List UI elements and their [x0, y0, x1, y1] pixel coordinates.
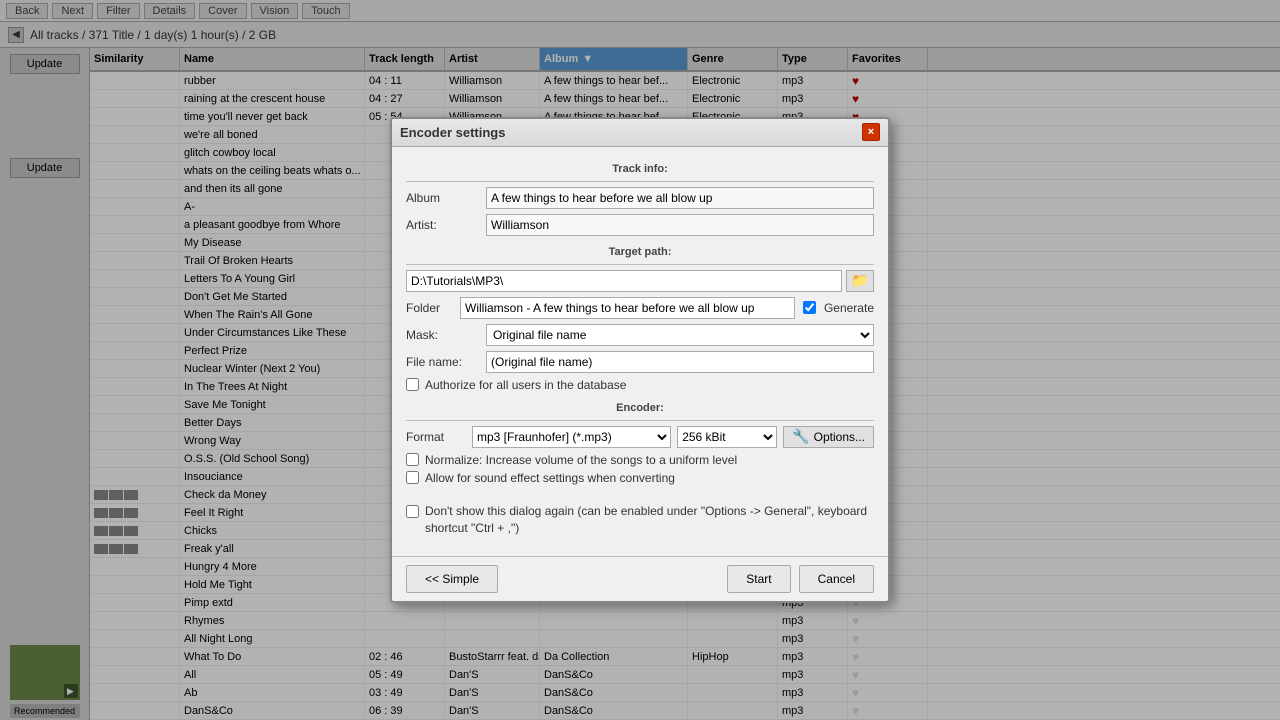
format-select[interactable]: mp3 [Fraunhofer] (*.mp3) — [472, 426, 671, 448]
normalize-checkbox[interactable] — [406, 453, 419, 466]
format-row: Format mp3 [Fraunhofer] (*.mp3) 256 kBit… — [406, 426, 874, 448]
album-label: Album — [406, 191, 486, 205]
encoder-section-label: Encoder: — [406, 402, 874, 414]
mask-select[interactable]: Original file name — [486, 324, 874, 346]
encoder-dialog: Encoder settings × Track info: Album Art… — [390, 117, 890, 604]
mask-label: Mask: — [406, 328, 486, 342]
generate-label: Generate — [824, 301, 874, 315]
sound-effect-checkbox[interactable] — [406, 471, 419, 484]
options-button[interactable]: 🔧 Options... — [783, 426, 874, 448]
folder-icon: 📁 — [851, 272, 868, 289]
format-label: Format — [406, 430, 466, 444]
modal-overlay: Encoder settings × Track info: Album Art… — [0, 0, 1280, 720]
normalize-row: Normalize: Increase volume of the songs … — [406, 453, 874, 467]
artist-row: Artist: — [406, 214, 874, 236]
dont-show-row: Don't show this dialog again (can be ena… — [406, 503, 874, 537]
footer-right-buttons: Start Cancel — [727, 565, 874, 593]
authorize-row: Authorize for all users in the database — [406, 378, 874, 392]
dialog-title: Encoder settings — [400, 125, 505, 140]
dialog-close-button[interactable]: × — [862, 123, 880, 141]
artist-input[interactable] — [486, 214, 874, 236]
bitrate-select[interactable]: 256 kBit — [677, 426, 777, 448]
filename-row: File name: — [406, 351, 874, 373]
authorize-label: Authorize for all users in the database — [425, 378, 626, 392]
album-row: Album — [406, 187, 874, 209]
target-path-section-label: Target path: — [406, 246, 874, 258]
authorize-checkbox[interactable] — [406, 378, 419, 391]
track-info-section-label: Track info: — [406, 163, 874, 175]
folder-input[interactable] — [460, 297, 795, 319]
normalize-label: Normalize: Increase volume of the songs … — [425, 453, 737, 467]
dialog-body: Track info: Album Artist: Target path: 📁 — [392, 147, 888, 551]
artist-label: Artist: — [406, 218, 486, 232]
options-label: Options... — [814, 430, 865, 444]
browse-button[interactable]: 📁 — [846, 270, 874, 292]
folder-label: Folder — [406, 301, 456, 315]
filename-input[interactable] — [486, 351, 874, 373]
simple-button[interactable]: << Simple — [406, 565, 498, 593]
sound-effect-row: Allow for sound effect settings when con… — [406, 471, 874, 485]
mask-row: Mask: Original file name — [406, 324, 874, 346]
album-input[interactable] — [486, 187, 874, 209]
start-button[interactable]: Start — [727, 565, 790, 593]
dialog-titlebar: Encoder settings × — [392, 119, 888, 147]
folder-row: Folder Generate — [406, 297, 874, 319]
wrench-icon: 🔧 — [792, 428, 809, 445]
cancel-button[interactable]: Cancel — [799, 565, 874, 593]
dont-show-checkbox[interactable] — [406, 505, 419, 518]
dont-show-label: Don't show this dialog again (can be ena… — [425, 503, 874, 537]
path-row: 📁 — [406, 270, 874, 292]
sound-effect-label: Allow for sound effect settings when con… — [425, 471, 675, 485]
generate-checkbox[interactable] — [803, 301, 816, 314]
dialog-footer: << Simple Start Cancel — [392, 556, 888, 601]
filename-label: File name: — [406, 355, 486, 369]
path-input[interactable] — [406, 270, 842, 292]
